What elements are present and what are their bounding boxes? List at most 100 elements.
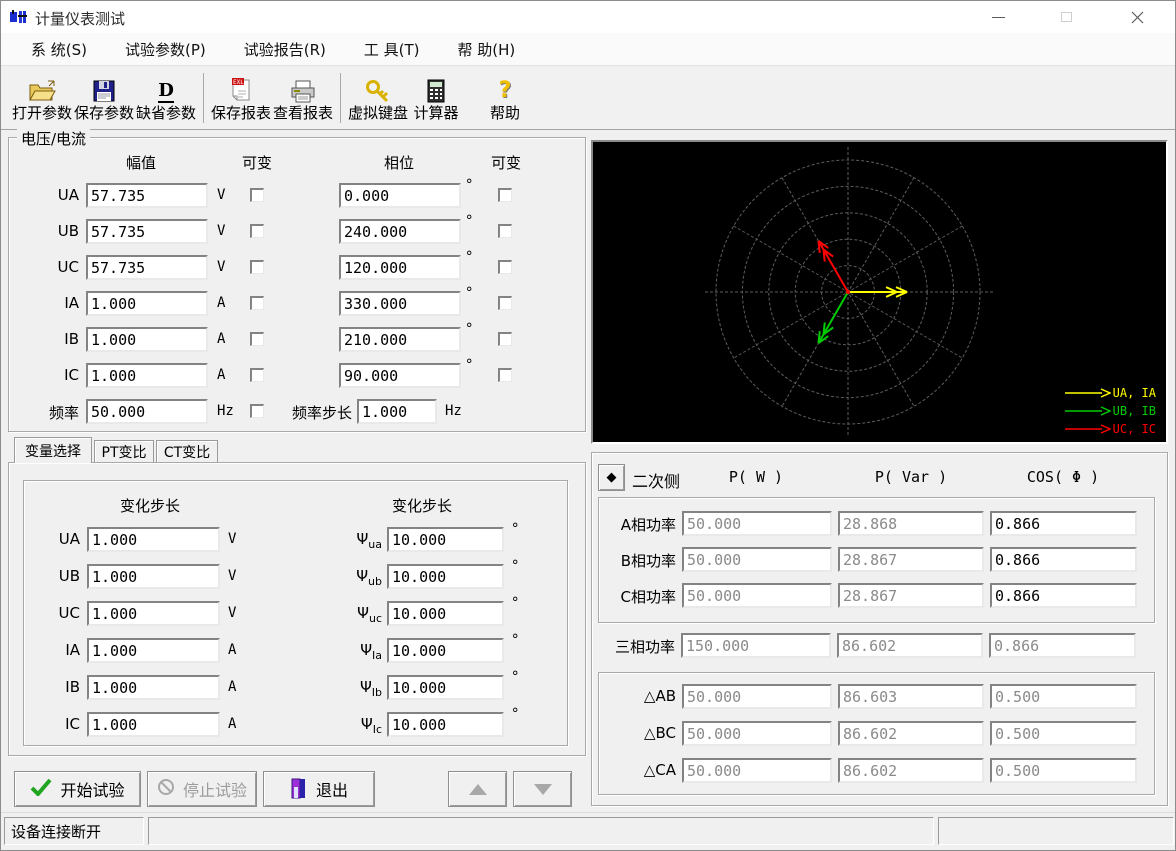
tab-pt-ratio[interactable]: PT变比	[94, 440, 154, 463]
unit-label: V	[217, 187, 225, 203]
source-row: UC V °	[9, 255, 587, 280]
minimize-icon[interactable]	[975, 1, 1021, 33]
amplitude-input[interactable]	[86, 255, 208, 280]
maximize-icon[interactable]	[1043, 1, 1089, 33]
start-test-button[interactable]: 开始试验	[14, 771, 141, 807]
scroll-up-button[interactable]	[448, 771, 507, 807]
channel-label: IC	[65, 715, 80, 733]
phase-variable-checkbox[interactable]	[498, 296, 512, 310]
q-value	[838, 511, 984, 536]
scroll-down-button[interactable]	[513, 771, 572, 807]
amplitude-variable-checkbox[interactable]	[250, 296, 264, 310]
line-power-group: △AB △BC △CA	[598, 672, 1155, 795]
amplitude-input[interactable]	[86, 327, 208, 352]
phase-input[interactable]	[339, 219, 461, 244]
step-value-input[interactable]	[87, 712, 220, 737]
degree-label: °	[511, 521, 519, 537]
key-icon	[365, 75, 391, 103]
amplitude-variable-checkbox[interactable]	[250, 224, 264, 238]
step-value-input[interactable]	[87, 638, 220, 663]
unit-label: A	[217, 295, 225, 311]
frequency-step-input[interactable]	[357, 399, 437, 424]
default-params-button[interactable]: D 缺省参数	[135, 67, 197, 129]
step-value-input[interactable]	[87, 601, 220, 626]
psi-step-input[interactable]	[387, 564, 504, 589]
amplitude-input[interactable]	[86, 183, 208, 208]
menu-test-report[interactable]: 试验报告(R)	[232, 35, 338, 64]
phase-variable-checkbox[interactable]	[498, 260, 512, 274]
close-icon[interactable]	[1114, 1, 1160, 33]
tab-ct-ratio[interactable]: CT变比	[156, 440, 218, 463]
step-row: IB A ΨIb °	[24, 675, 569, 700]
unit-label: V	[228, 605, 236, 621]
svg-text:EXL: EXL	[233, 79, 244, 86]
variable-header-2: 可变	[491, 152, 521, 173]
q-total	[837, 633, 983, 658]
virtual-keyboard-button[interactable]: 虚拟键盘	[347, 67, 409, 129]
p-total	[681, 633, 831, 658]
psi-step-input[interactable]	[387, 675, 504, 700]
amplitude-input[interactable]	[86, 363, 208, 388]
phase-input[interactable]	[339, 255, 461, 280]
check-icon	[30, 778, 52, 800]
step-value-input[interactable]	[87, 675, 220, 700]
phase-variable-checkbox[interactable]	[498, 188, 512, 202]
phasor-diagram: UA, IA UB, IB UC, IC	[591, 140, 1168, 444]
degree-label: °	[465, 285, 473, 301]
toolbar-separator	[340, 73, 341, 123]
cos-value	[990, 684, 1137, 709]
down-arrow-icon	[534, 784, 552, 795]
amplitude-variable-checkbox[interactable]	[250, 332, 264, 346]
calculator-button[interactable]: 计算器	[409, 67, 463, 129]
step-value-input[interactable]	[87, 564, 220, 589]
menu-tools[interactable]: 工 具(T)	[352, 35, 432, 64]
p-value	[682, 721, 832, 746]
save-params-button[interactable]: 保存参数	[73, 67, 135, 129]
help-button[interactable]: ? 帮助	[477, 67, 533, 129]
unit-label: A	[217, 367, 225, 383]
amplitude-variable-checkbox[interactable]	[250, 368, 264, 382]
tab-variable-select[interactable]: 变量选择	[14, 437, 92, 463]
phase-input[interactable]	[339, 327, 461, 352]
phase-variable-checkbox[interactable]	[498, 332, 512, 346]
amplitude-variable-checkbox[interactable]	[250, 188, 264, 202]
frequency-variable-checkbox[interactable]	[250, 404, 264, 418]
p-value	[682, 684, 832, 709]
side-toggle-button[interactable]: ◆	[598, 464, 625, 491]
phase-input[interactable]	[339, 183, 461, 208]
step-row: UC V Ψuc °	[24, 601, 569, 626]
psi-step-input[interactable]	[387, 601, 504, 626]
open-params-button[interactable]: 打开参数	[11, 67, 73, 129]
stop-test-button[interactable]: 停止试验	[147, 771, 257, 807]
frequency-input[interactable]	[86, 399, 208, 424]
amplitude-input[interactable]	[86, 291, 208, 316]
psi-label: ΨIb	[360, 678, 382, 699]
menu-help[interactable]: 帮 助(H)	[446, 35, 528, 64]
phase-input[interactable]	[339, 291, 461, 316]
psi-step-input[interactable]	[387, 712, 504, 737]
view-report-button[interactable]: 查看报表	[272, 67, 334, 129]
psi-step-input[interactable]	[387, 527, 504, 552]
psi-step-input[interactable]	[387, 638, 504, 663]
menu-test-parameters[interactable]: 试验参数(P)	[113, 35, 218, 64]
amplitude-input[interactable]	[86, 219, 208, 244]
channel-label: IA	[65, 641, 80, 659]
psi-label: Ψuc	[357, 604, 382, 625]
phase-variable-checkbox[interactable]	[498, 368, 512, 382]
unit-label: V	[228, 568, 236, 584]
exit-button[interactable]: 退出	[263, 771, 375, 807]
amplitude-variable-checkbox[interactable]	[250, 260, 264, 274]
save-report-button[interactable]: EXL 保存报表	[210, 67, 272, 129]
degree-label: °	[511, 632, 519, 648]
power-panel: ◆ 二次侧 P( W ) P( Var ) COS( Φ ) A相功率 B相功率…	[591, 452, 1168, 806]
phase-input[interactable]	[339, 363, 461, 388]
channel-label: IC	[64, 366, 79, 384]
app-logo-icon	[10, 9, 28, 29]
status-panel	[938, 817, 1174, 845]
printer-icon	[290, 75, 316, 103]
step-value-input[interactable]	[87, 527, 220, 552]
menu-system[interactable]: 系 统(S)	[19, 35, 99, 64]
psi-label: Ψua	[356, 530, 382, 551]
unit-label: A	[228, 642, 236, 658]
phase-variable-checkbox[interactable]	[498, 224, 512, 238]
